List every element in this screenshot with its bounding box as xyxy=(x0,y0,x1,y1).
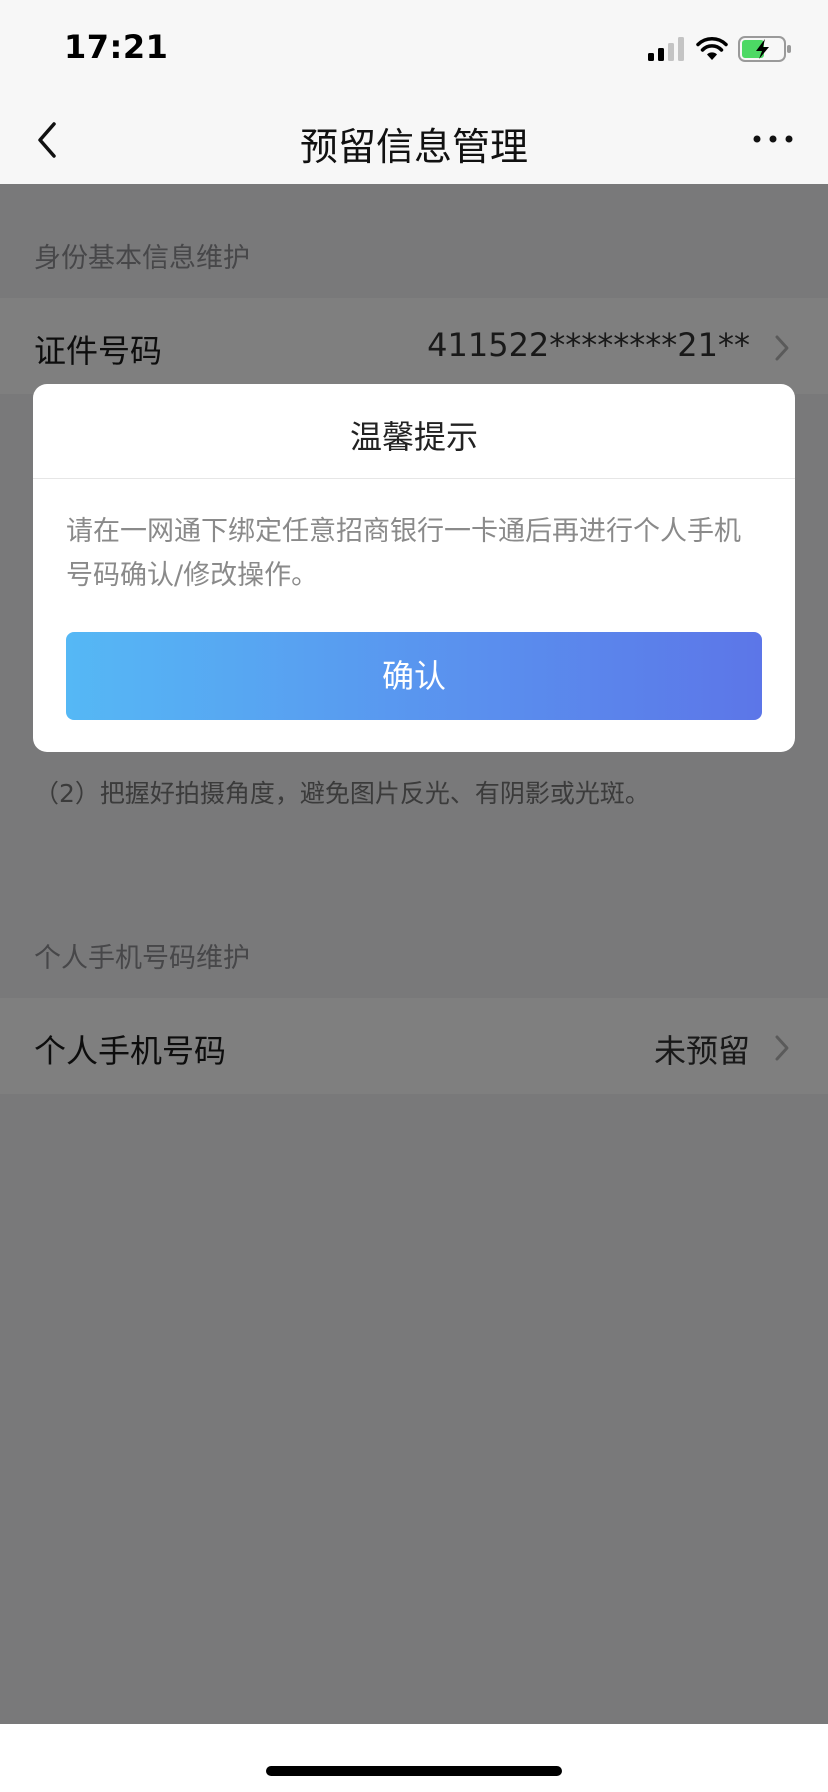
battery-charging-icon xyxy=(738,36,791,62)
status-time: 17:21 xyxy=(64,28,169,66)
dialog-message: 请在一网通下绑定任意招商银行一卡通后再进行个人手机号码确认/修改操作。 xyxy=(66,516,741,591)
dialog-divider xyxy=(33,478,795,479)
home-indicator[interactable] xyxy=(266,1766,562,1776)
nav-bar: 预留信息管理 xyxy=(0,96,828,184)
wifi-icon xyxy=(696,37,728,60)
status-bar: 17:21 xyxy=(0,0,828,96)
tip-dialog: 温馨提示 请在一网通下绑定任意招商银行一卡通后再进行个人手机号码确认/修改操作。… xyxy=(33,384,795,752)
more-options-icon[interactable] xyxy=(752,134,794,144)
dialog-title: 温馨提示 xyxy=(349,418,478,456)
status-icons xyxy=(648,36,792,62)
page-title: 预留信息管理 xyxy=(299,125,528,169)
confirm-button[interactable]: 确认 xyxy=(66,632,762,720)
home-indicator-area xyxy=(0,1724,828,1792)
cellular-signal-icon xyxy=(648,37,684,61)
